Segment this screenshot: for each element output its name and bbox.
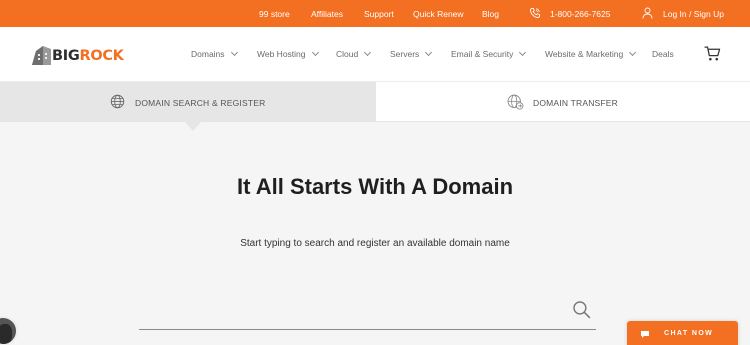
chevron-down-icon	[311, 48, 319, 57]
avatar[interactable]	[0, 316, 18, 345]
logo-big: BIG	[52, 48, 80, 64]
chevron-down-icon	[519, 48, 527, 57]
globe-icon	[110, 94, 125, 109]
topbar-phone-number[interactable]: 1-800-266-7625	[550, 9, 611, 19]
chat-now-label: CHAT NOW	[664, 330, 714, 337]
logo-rock: ROCK	[79, 48, 124, 64]
bigrock-logo[interactable]: BIGROCK	[30, 43, 130, 67]
page-subtitle: Start typing to search and register an a…	[240, 238, 510, 249]
top-utility-bar: 99 store Affiliates Support Quick Renew …	[0, 0, 750, 27]
chevron-down-icon	[629, 48, 637, 57]
search-icon[interactable]	[572, 300, 591, 319]
nav-item-label: Website & Marketing	[545, 49, 624, 59]
tab-domain-transfer[interactable]: DOMAIN TRANSFER	[376, 82, 750, 122]
chevron-down-icon	[364, 48, 372, 57]
topbar-link-blog[interactable]: Blog	[482, 9, 499, 19]
cart-icon[interactable]	[704, 45, 721, 62]
nav-item-servers[interactable]: Servers	[390, 48, 433, 59]
logo-building-icon	[32, 46, 51, 65]
nav-item-domains[interactable]: Domains	[191, 48, 238, 59]
tab-domain-search-register[interactable]: DOMAIN SEARCH & REGISTER	[0, 82, 376, 122]
page-title: It All Starts With A Domain	[236, 174, 514, 199]
nav-item-web-hosting[interactable]: Web Hosting	[257, 48, 319, 59]
nav-item-label: Web Hosting	[257, 49, 306, 59]
topbar-login-signup[interactable]: Log In / Sign Up	[663, 9, 724, 19]
nav-item-label: Domains	[191, 49, 225, 59]
chat-now-button[interactable]: CHAT NOW	[627, 321, 738, 345]
topbar-link-99-store[interactable]: 99 store	[259, 9, 290, 19]
main-header: BIGROCK Domains Web Hosting Cloud Server…	[0, 27, 750, 82]
user-icon	[642, 7, 653, 19]
tab-transfer-label: DOMAIN TRANSFER	[533, 98, 619, 108]
nav-item-website-marketing[interactable]: Website & Marketing	[545, 48, 637, 59]
domain-search-input[interactable]	[139, 298, 596, 330]
chevron-down-icon	[425, 48, 433, 57]
globe-transfer-icon	[507, 94, 524, 110]
chevron-down-icon	[230, 48, 238, 57]
nav-item-label: Cloud	[336, 49, 359, 59]
active-tab-pointer	[185, 122, 201, 131]
nav-item-deals[interactable]: Deals	[652, 49, 674, 59]
phone-icon	[530, 8, 540, 18]
tab-search-label: DOMAIN SEARCH & REGISTER	[135, 98, 266, 108]
nav-item-label: Email & Security	[451, 49, 514, 59]
topbar-link-affiliates[interactable]: Affiliates	[311, 9, 343, 19]
logo-wordmark: BIGROCK	[52, 48, 124, 64]
chat-bubble-icon	[641, 331, 649, 338]
nav-item-cloud[interactable]: Cloud	[336, 48, 372, 59]
nav-item-label: Servers	[390, 49, 420, 59]
topbar-link-quick-renew[interactable]: Quick Renew	[413, 9, 464, 19]
nav-item-email-security[interactable]: Email & Security	[451, 48, 527, 59]
topbar-link-support[interactable]: Support	[364, 9, 394, 19]
